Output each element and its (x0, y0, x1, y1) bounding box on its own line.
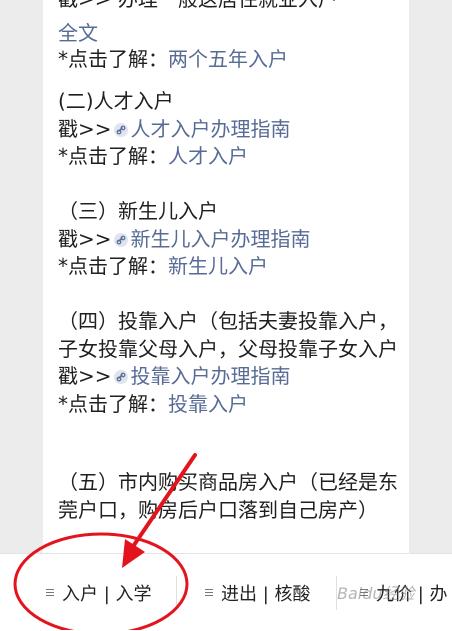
article-content: 戳>> 办理一般这居住就业入户 全文 *点击了解：两个五年入户 (二)人才入户 … (43, 0, 409, 553)
section-heading: （四）投靠入户（包括夫妻投靠入户，子女投靠父母入户，父母投靠子女入户 (58, 309, 398, 361)
link-chain-icon (113, 370, 128, 384)
section-heading: （三）新生儿入户 (58, 199, 218, 223)
baidu-watermark: Baidu经验 (337, 584, 415, 603)
learn-more-line: *点击了解：两个五年入户 (58, 47, 288, 71)
section-heading: （五）市内购买商品房入户（已经是东莞户口，购房后户口落到自己房产） (58, 470, 398, 522)
menu-divider (176, 576, 177, 610)
section-two-five-year: 戳>> 办理一般这居住就业入户 全文 *点击了解：两个五年入户 (58, 0, 405, 74)
menu-travel-test[interactable]: 进出 | 核酸 (205, 554, 311, 631)
two-five-year-link[interactable]: 两个五年入户 (168, 47, 288, 71)
menu-settle-school[interactable]: 入户 | 入学 (46, 554, 152, 631)
section-dependent: （四）投靠入户（包括夫妻投靠入户，子女投靠父母入户，父母投靠子女入户 戳>> 投靠… (58, 308, 405, 418)
talent-link[interactable]: 人才入户 (168, 144, 248, 168)
section-heading: (二)人才入户 (58, 89, 174, 113)
section-talent: (二)人才入户 戳>> 人才入户办理指南 *点击了解：人才入户 (58, 88, 405, 171)
menu-lines-icon (46, 587, 54, 598)
learn-more-line: *点击了解：人才入户 (58, 144, 248, 168)
newborn-guide-link[interactable]: 新生儿入户办理指南 (131, 227, 311, 251)
guide-line: 戳>> 人才入户办理指南 (58, 116, 291, 141)
menu-lines-icon (205, 587, 213, 598)
learn-more-line: *点击了解：新生儿入户 (58, 254, 268, 278)
link-chain-icon (113, 122, 128, 137)
section-newborn: （三）新生儿入户 戳>> 新生儿入户办理指南 *点击了解：新生儿入户 (58, 198, 405, 281)
talent-guide-link[interactable]: 人才入户办理指南 (131, 117, 291, 141)
guide-line: 戳>> 新生儿入户办理指南 (58, 226, 311, 251)
menu-label: 入户 | 入学 (62, 583, 152, 605)
cut-off-line: 戳>> 办理一般这居住就业入户 (58, 0, 405, 14)
dependent-link[interactable]: 投靠入户 (168, 392, 248, 416)
learn-more-line: *点击了解：投靠入户 (58, 391, 248, 416)
section-house-purchase: （五）市内购买商品房入户（已经是东莞户口，购房后户口落到自己房产） (58, 469, 405, 524)
newborn-link[interactable]: 新生儿入户 (168, 254, 268, 278)
full-text-link[interactable]: 全文 (58, 20, 405, 48)
guide-line: 戳>> 投靠入户办理指南 (58, 364, 291, 388)
dependent-guide-link[interactable]: 投靠入户办理指南 (131, 364, 291, 388)
link-chain-icon (113, 232, 128, 247)
menu-label: 进出 | 核酸 (221, 583, 311, 605)
